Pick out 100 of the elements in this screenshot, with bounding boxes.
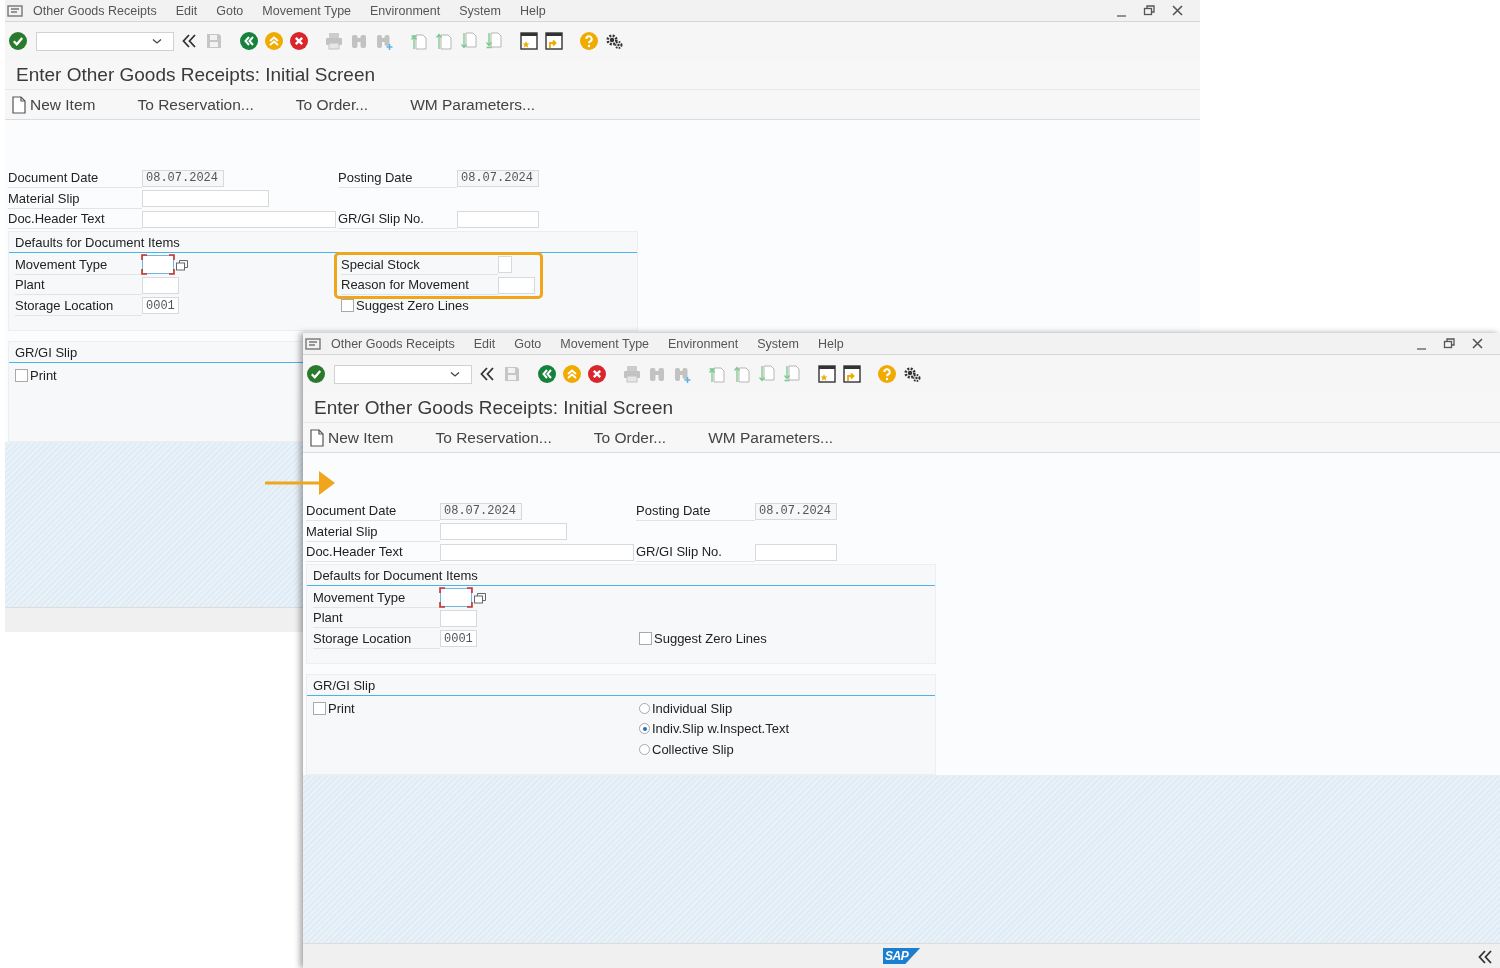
menu-icon[interactable]	[7, 3, 23, 18]
previous-page-icon[interactable]	[435, 32, 453, 50]
toolbar-button[interactable]: New Item	[309, 428, 394, 447]
toolbar-button[interactable]: New Item	[11, 95, 96, 114]
binoculars-plus-icon[interactable]	[375, 32, 393, 50]
input-field[interactable]	[142, 255, 174, 275]
command-field[interactable]	[334, 364, 472, 384]
stacked-squares-icon[interactable]	[473, 590, 487, 605]
logo: SAP	[883, 948, 921, 964]
input-field[interactable]	[755, 543, 837, 561]
input-field[interactable]	[142, 190, 269, 208]
toolbar-button[interactable]: To Reservation...	[137, 95, 254, 114]
toolbar-button[interactable]: WM Parameters...	[410, 95, 536, 114]
first-page-icon[interactable]	[410, 32, 428, 50]
exit-icon[interactable]	[265, 32, 283, 50]
date-field[interactable]: 08.07.2024	[440, 502, 522, 520]
settings-icon[interactable]	[605, 32, 623, 50]
input-field[interactable]: 0001	[142, 297, 179, 315]
checkbox[interactable]	[639, 632, 652, 646]
checkbox[interactable]	[341, 299, 354, 313]
input-field[interactable]	[440, 523, 567, 541]
toolbar-button[interactable]: To Order...	[295, 95, 369, 114]
last-page-icon[interactable]	[783, 365, 801, 383]
command-field[interactable]	[36, 31, 174, 51]
input-field[interactable]	[498, 256, 512, 274]
checkbox-label: Suggest Zero Lines	[356, 298, 469, 314]
caret-icon	[450, 370, 460, 378]
printer-icon[interactable]	[623, 365, 641, 383]
back-icon[interactable]	[240, 32, 258, 50]
settings-icon[interactable]	[903, 365, 921, 383]
input-field[interactable]	[457, 210, 539, 228]
screen-title: Enter Other Goods Receipts: Initial Screen	[303, 393, 1500, 422]
stacked-squares-icon[interactable]	[175, 257, 189, 272]
menu-item[interactable]: Help	[519, 3, 546, 18]
restore-icon[interactable]	[1443, 337, 1456, 350]
close-icon[interactable]	[1471, 337, 1484, 350]
help-icon[interactable]	[878, 365, 896, 383]
menu-item[interactable]: Edit	[175, 3, 198, 18]
input-field[interactable]	[142, 276, 179, 294]
last-page-icon[interactable]	[485, 32, 503, 50]
previous-page-icon[interactable]	[733, 365, 751, 383]
menu-item[interactable]: Environment	[370, 3, 441, 18]
check-icon[interactable]	[307, 365, 325, 383]
checkbox-label: Print	[328, 700, 355, 716]
field-label: Special Stock	[341, 254, 498, 275]
input-field[interactable]	[440, 543, 634, 561]
menu-item[interactable]: Environment	[668, 336, 739, 351]
radio-label: Indiv.Slip w.Inspect.Text	[652, 721, 790, 737]
field-label: Reason for Movement	[341, 275, 498, 295]
document-icon	[309, 428, 325, 447]
input-field[interactable]	[498, 276, 535, 294]
date-field[interactable]: 08.07.2024	[755, 502, 837, 520]
date-field[interactable]: 08.07.2024	[142, 169, 224, 187]
double-chevron-icon[interactable]	[1476, 948, 1492, 964]
menu-icon[interactable]	[305, 336, 321, 351]
toolbar-button[interactable]: WM Parameters...	[708, 428, 834, 447]
first-page-icon[interactable]	[708, 365, 726, 383]
checkbox[interactable]	[15, 368, 28, 382]
cancel-icon[interactable]	[588, 365, 606, 383]
menu-item[interactable]: System	[757, 336, 799, 351]
back-icon[interactable]	[538, 365, 556, 383]
group-title: Defaults for Document Items	[9, 231, 637, 253]
binoculars-icon[interactable]	[350, 32, 368, 50]
double-chevron-icon[interactable]	[478, 365, 496, 383]
exit-icon[interactable]	[563, 365, 581, 383]
double-chevron-icon[interactable]	[180, 32, 198, 50]
binoculars-icon[interactable]	[648, 365, 666, 383]
document-icon	[11, 95, 27, 114]
save-icon[interactable]	[503, 365, 521, 383]
radio-label: Collective Slip	[652, 741, 734, 757]
menu-item[interactable]: Other Goods Receipts	[33, 3, 157, 18]
help-icon[interactable]	[580, 32, 598, 50]
caret-icon	[152, 37, 162, 45]
radio-button[interactable]	[639, 743, 650, 755]
printer-icon[interactable]	[325, 32, 343, 50]
next-page-icon[interactable]	[460, 32, 478, 50]
input-field[interactable]	[440, 588, 472, 608]
input-field[interactable]	[440, 609, 477, 627]
toolbar-button[interactable]: To Reservation...	[435, 428, 552, 447]
radio-button[interactable]	[639, 702, 650, 714]
menu-item[interactable]: System	[459, 3, 501, 18]
menu-item[interactable]: Goto	[216, 3, 244, 18]
menu-item[interactable]: Help	[817, 336, 844, 351]
toolbar-button[interactable]: To Order...	[593, 428, 667, 447]
restore-icon[interactable]	[1143, 4, 1156, 17]
radio-label: Individual Slip	[652, 700, 733, 716]
input-field[interactable]: 0001	[440, 630, 477, 648]
save-icon[interactable]	[205, 32, 223, 50]
menu-item[interactable]: Movement Type	[262, 3, 352, 18]
radio-button[interactable]	[639, 723, 650, 735]
checkbox[interactable]	[313, 701, 326, 715]
binoculars-plus-icon[interactable]	[673, 365, 691, 383]
close-icon[interactable]	[1171, 4, 1184, 17]
cancel-icon[interactable]	[290, 32, 308, 50]
input-field[interactable]	[142, 210, 336, 228]
next-page-icon[interactable]	[758, 365, 776, 383]
checkbox-label: Print	[30, 367, 57, 383]
check-icon[interactable]	[9, 32, 27, 50]
date-field[interactable]: 08.07.2024	[457, 169, 539, 187]
checkbox-label: Suggest Zero Lines	[654, 631, 767, 647]
